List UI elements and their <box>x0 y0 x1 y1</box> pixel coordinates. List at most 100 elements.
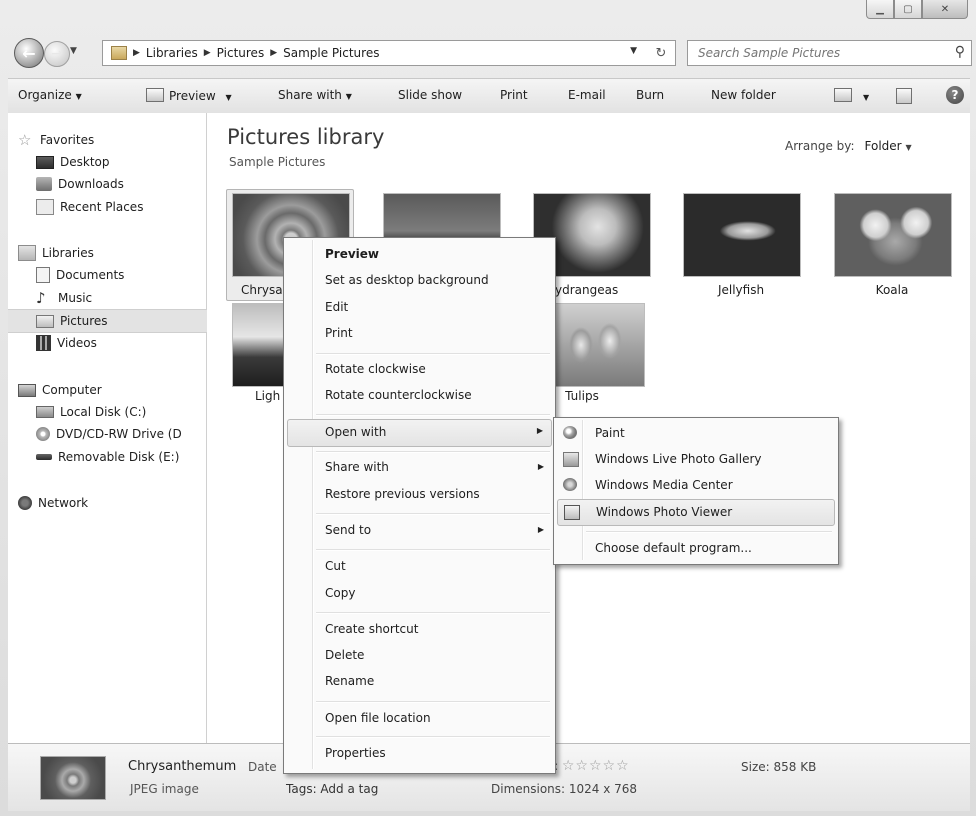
refresh-button[interactable]: ↻ <box>650 41 672 65</box>
minimize-button[interactable]: ▁ <box>866 0 894 19</box>
library-title: Pictures library <box>227 125 385 149</box>
refresh-icon: ↻ <box>655 45 667 61</box>
file-label-chrysanthemum[interactable]: Chrysa <box>241 283 283 297</box>
search-input[interactable] <box>696 45 940 61</box>
nav-downloads[interactable]: Downloads <box>8 173 234 195</box>
organize-button[interactable]: Organize ▼ <box>18 88 82 102</box>
menu-item-rotate-counterclockwise[interactable]: Rotate counterclockwise <box>287 384 552 408</box>
nav-desktop[interactable]: Desktop <box>8 151 234 173</box>
nav-videos[interactable]: Videos <box>8 332 234 354</box>
arrange-by-value[interactable]: Folder <box>865 139 902 153</box>
burn-button[interactable]: Burn <box>636 88 664 102</box>
videos-icon <box>36 335 51 351</box>
paint-icon <box>563 426 577 439</box>
file-label-lighthouse[interactable]: Ligh <box>255 389 280 403</box>
share-with-button[interactable]: Share with ▼ <box>278 88 352 102</box>
menu-item-cut[interactable]: Cut <box>287 555 552 579</box>
menu-item-open-file-location[interactable]: Open file location <box>287 707 552 731</box>
print-button[interactable]: Print <box>500 88 528 102</box>
nav-recent-places[interactable]: Recent Places <box>8 196 234 218</box>
nav-computer[interactable]: Computer <box>8 379 216 401</box>
photo-viewer-icon <box>564 505 580 520</box>
submenu-item-windows-live-photo-gallery[interactable]: Windows Live Photo Gallery <box>557 447 833 472</box>
menu-item-rotate-clockwise[interactable]: Rotate clockwise <box>287 358 552 382</box>
change-view-button[interactable]: ▼ <box>834 88 869 103</box>
file-label-hydrangeas[interactable]: ydrangeas <box>555 283 618 297</box>
details-rating[interactable]: : ☆☆☆☆☆ <box>554 758 630 774</box>
details-size: Size: 858 KB <box>741 760 817 774</box>
arrow-left-icon: ← <box>22 43 36 63</box>
slide-show-button[interactable]: Slide show <box>398 88 462 102</box>
menu-item-properties[interactable]: Properties <box>287 742 552 766</box>
libraries-icon <box>18 245 36 261</box>
preview-pane-button[interactable] <box>896 88 917 105</box>
file-label-jellyfish[interactable]: Jellyfish <box>671 283 811 297</box>
address-history-dropdown[interactable]: ▼ <box>630 46 637 56</box>
menu-item-create-shortcut[interactable]: Create shortcut <box>287 618 552 642</box>
menu-item-share-with[interactable]: Share with ▶ <box>287 456 552 480</box>
breadcrumb-libraries[interactable]: Libraries <box>146 46 198 60</box>
menu-item-rename[interactable]: Rename <box>287 670 552 694</box>
back-button[interactable]: ← <box>14 38 44 68</box>
arrow-right-icon: → <box>51 46 63 62</box>
submenu-item-windows-media-center[interactable]: Windows Media Center <box>557 473 833 498</box>
chevron-right-icon: ▶ <box>537 462 544 471</box>
details-tags[interactable]: Tags: Add a tag <box>286 782 378 796</box>
nav-removable-disk[interactable]: Removable Disk (E:) <box>8 446 234 468</box>
rating-stars-icon[interactable]: ☆☆☆☆☆ <box>562 758 630 774</box>
nav-documents[interactable]: Documents <box>8 264 234 286</box>
chevron-right-icon[interactable]: ▶ <box>133 48 140 58</box>
submenu-item-choose-default-program[interactable]: Choose default program... <box>557 536 833 561</box>
thumbnail-jellyfish[interactable] <box>683 193 801 277</box>
menu-item-send-to[interactable]: Send to ▶ <box>287 519 552 543</box>
email-button[interactable]: E-mail <box>568 88 606 102</box>
details-date-label: Date <box>248 760 277 774</box>
new-folder-button[interactable]: New folder <box>711 88 776 102</box>
help-icon[interactable]: ? <box>946 86 964 104</box>
nav-dvd-drive[interactable]: DVD/CD-RW Drive (D <box>8 423 234 445</box>
menu-item-copy[interactable]: Copy <box>287 582 552 606</box>
thumbnail-koala[interactable] <box>834 193 952 277</box>
star-icon: ☆ <box>18 131 32 149</box>
nav-music[interactable]: ♪ Music <box>8 287 234 309</box>
menu-item-restore-previous-versions[interactable]: Restore previous versions <box>287 483 552 507</box>
address-bar[interactable]: ▶ Libraries ▶ Pictures ▶ Sample Pictures… <box>102 40 676 66</box>
menu-separator <box>316 353 550 355</box>
forward-button[interactable]: → <box>44 41 70 67</box>
chevron-right-icon[interactable]: ▶ <box>270 48 277 58</box>
window-controls: ▁ ▢ ✕ <box>866 0 968 20</box>
close-button[interactable]: ✕ <box>922 0 968 19</box>
file-label-koala[interactable]: Koala <box>822 283 962 297</box>
network-icon <box>18 496 32 510</box>
music-icon: ♪ <box>36 289 46 307</box>
menu-item-print[interactable]: Print <box>287 322 552 346</box>
command-bar: Organize ▼ Preview ▼ Share with ▼ Slide … <box>8 78 970 114</box>
details-dimensions: Dimensions: 1024 x 768 <box>491 782 638 796</box>
nav-libraries[interactable]: Libraries <box>8 242 216 264</box>
menu-item-open-with[interactable]: Open with ▶ <box>287 419 552 447</box>
thumbnail-tulips[interactable] <box>553 303 645 387</box>
breadcrumb-pictures[interactable]: Pictures <box>217 46 265 60</box>
chevron-right-icon[interactable]: ▶ <box>204 48 211 58</box>
preview-button[interactable]: Preview ▼ <box>146 88 232 103</box>
menu-item-preview[interactable]: Preview <box>287 243 552 267</box>
preview-icon <box>146 88 164 102</box>
nav-favorites[interactable]: ☆ Favorites <box>8 129 216 151</box>
menu-separator <box>316 451 550 453</box>
maximize-button[interactable]: ▢ <box>894 0 922 19</box>
nav-pictures[interactable]: Pictures <box>8 309 234 333</box>
menu-item-delete[interactable]: Delete <box>287 644 552 668</box>
breadcrumb-sample-pictures[interactable]: Sample Pictures <box>283 46 379 60</box>
recent-pages-dropdown[interactable]: ▼ <box>70 46 77 56</box>
removable-disk-icon <box>36 454 52 460</box>
chevron-down-icon[interactable]: ▼ <box>905 143 911 152</box>
arrange-by-control[interactable]: Arrange by: Folder ▼ <box>785 139 912 153</box>
nav-local-disk[interactable]: Local Disk (C:) <box>8 401 234 423</box>
nav-network[interactable]: Network <box>8 492 216 514</box>
menu-item-edit[interactable]: Edit <box>287 296 552 320</box>
menu-item-set-desktop-background[interactable]: Set as desktop background <box>287 269 552 293</box>
submenu-item-windows-photo-viewer[interactable]: Windows Photo Viewer <box>557 499 835 526</box>
submenu-item-paint[interactable]: Paint <box>557 421 833 446</box>
search-box[interactable]: ⚲ <box>687 40 972 66</box>
search-icon[interactable]: ⚲ <box>955 44 965 60</box>
